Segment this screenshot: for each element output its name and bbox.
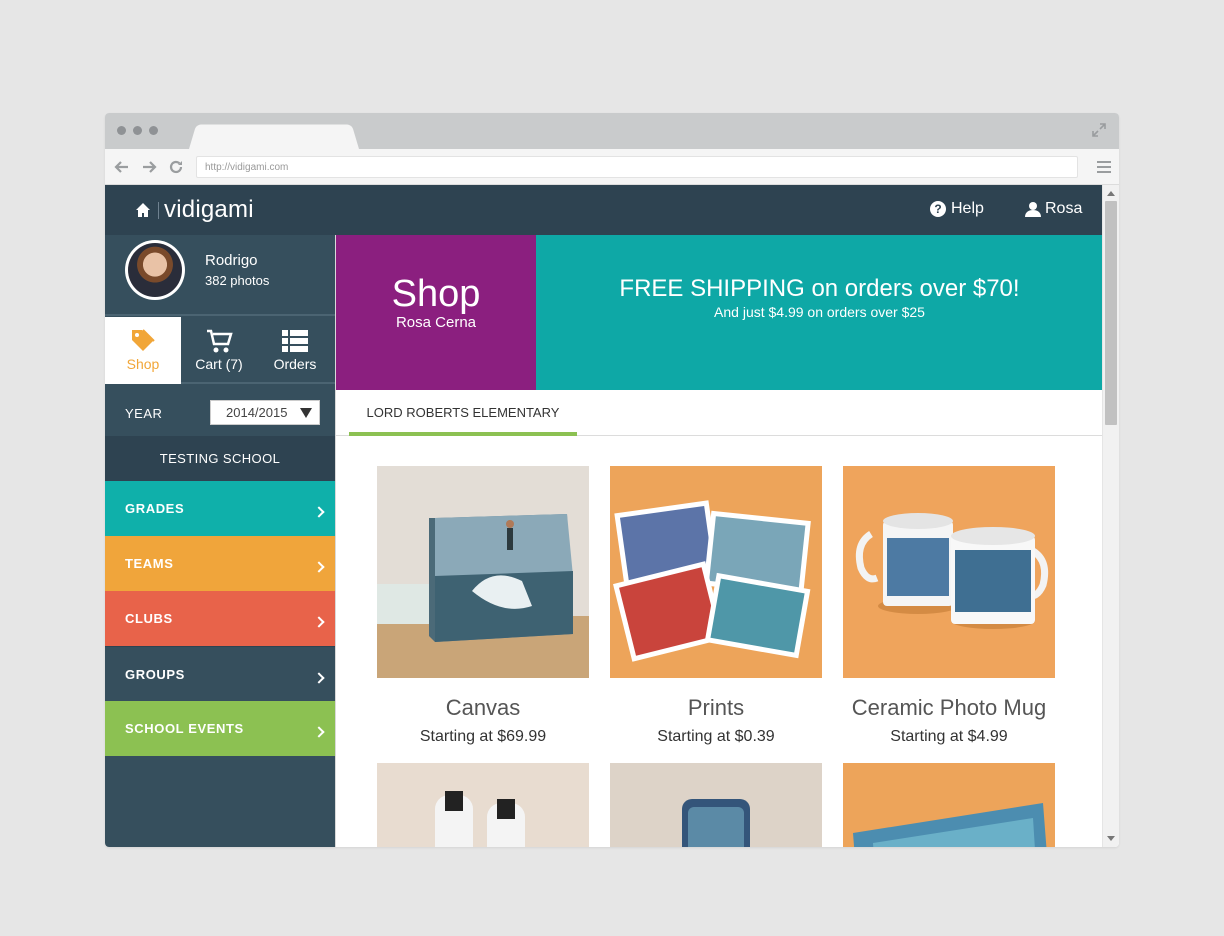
photo-count: 382 photos <box>205 273 270 288</box>
window-controls[interactable] <box>117 126 158 135</box>
product-card-prints[interactable]: Prints Starting at $0.39 <box>610 466 822 746</box>
vertical-scrollbar[interactable] <box>1102 185 1119 847</box>
tab-orders-label: Orders <box>273 356 317 372</box>
water-bottle-product-image <box>377 763 589 847</box>
main-content: Shop Rosa Cerna FREE SHIPPING on orders … <box>335 235 1102 847</box>
home-icon[interactable] <box>135 202 151 218</box>
category-grades[interactable]: GRADES <box>105 481 335 536</box>
address-bar[interactable]: http://vidigami.com <box>196 156 1078 178</box>
tab-shop-label: Shop <box>126 356 160 372</box>
profile-card[interactable]: Rodrigo 382 photos <box>105 235 335 316</box>
tab-shop[interactable]: Shop <box>105 317 181 384</box>
user-name: Rosa <box>1045 200 1083 217</box>
browser-toolbar: http://vidigami.com <box>105 149 1119 185</box>
product-price: Starting at $4.99 <box>890 728 1008 745</box>
product-card-mug[interactable]: Ceramic Photo Mug Starting at $4.99 <box>843 466 1055 746</box>
category-label: CLUBS <box>125 611 173 626</box>
back-arrow-icon[interactable] <box>113 158 131 176</box>
help-label: Help <box>951 200 984 217</box>
user-menu[interactable]: Rosa <box>1025 200 1082 218</box>
chevron-right-icon <box>313 672 325 684</box>
product-card-phone-case[interactable] <box>610 763 822 847</box>
sidebar: Rodrigo 382 photos Shop Cart (7) Orders … <box>105 235 335 847</box>
browser-tab[interactable] <box>189 124 359 149</box>
forward-arrow-icon[interactable] <box>140 158 158 176</box>
product-price: Starting at $69.99 <box>419 728 547 745</box>
browser-title-bar <box>105 113 1119 149</box>
refresh-icon[interactable] <box>167 158 185 176</box>
category-label: GRADES <box>125 501 185 516</box>
category-label: GROUPS <box>125 667 185 682</box>
product-card-mousepad[interactable] <box>843 763 1055 847</box>
user-icon <box>1025 202 1041 217</box>
category-school-events[interactable]: SCHOOL EVENTS <box>105 701 335 756</box>
school-tabs: LORD ROBERTS ELEMENTARY <box>336 390 1102 436</box>
menu-icon[interactable] <box>1097 160 1111 174</box>
product-title: Prints <box>687 695 745 720</box>
tab-orders[interactable]: Orders <box>257 317 333 384</box>
action-tabs: Shop Cart (7) Orders <box>105 317 335 384</box>
list-icon <box>282 330 308 352</box>
expand-icon[interactable] <box>1091 122 1107 138</box>
tab-cart[interactable]: Cart (7) <box>181 317 257 384</box>
year-value: 2014/2015 <box>226 405 288 420</box>
shop-banner: Shop Rosa Cerna <box>336 235 536 390</box>
mug-product-image <box>843 466 1055 678</box>
product-card-canvas[interactable]: Canvas Starting at $69.99 <box>377 466 589 746</box>
shop-owner: Rosa Cerna <box>395 314 477 331</box>
mousepad-product-image <box>843 763 1055 847</box>
chevron-right-icon <box>313 616 325 628</box>
scroll-down-arrow-icon[interactable] <box>1107 836 1115 841</box>
tab-school[interactable]: LORD ROBERTS ELEMENTARY <box>349 390 577 436</box>
category-groups[interactable]: GROUPS <box>105 646 335 701</box>
cart-icon <box>207 329 233 353</box>
browser-window: http://vidigami.com vidigami ? Help Rosa… <box>105 113 1119 847</box>
help-icon: ? <box>930 201 946 217</box>
phone-case-product-image <box>610 763 822 847</box>
logo-divider <box>158 202 159 219</box>
tag-icon <box>132 329 155 351</box>
category-label: SCHOOL EVENTS <box>125 721 244 736</box>
scroll-up-arrow-icon[interactable] <box>1107 191 1115 196</box>
chevron-right-icon <box>313 561 325 573</box>
canvas-product-image <box>377 466 589 678</box>
category-label: TEAMS <box>125 556 174 571</box>
category-clubs[interactable]: CLUBS <box>105 591 335 646</box>
chevron-right-icon <box>313 506 325 518</box>
promo-heading: FREE SHIPPING on orders over $70! <box>619 275 1020 302</box>
year-filter: YEAR 2014/2015 <box>105 386 335 436</box>
scrollbar-thumb[interactable] <box>1105 201 1117 425</box>
prints-product-image <box>610 466 822 678</box>
category-teams[interactable]: TEAMS <box>105 536 335 591</box>
tab-cart-label: Cart (7) <box>195 356 243 372</box>
dropdown-arrow-icon <box>300 408 312 418</box>
promo-subtext: And just $4.99 on orders over $25 <box>714 304 925 320</box>
product-title: Canvas <box>445 695 521 720</box>
page-viewport: vidigami ? Help Rosa Rodrigo 382 photos <box>105 185 1102 847</box>
year-label: YEAR <box>125 406 163 421</box>
help-link[interactable]: ? Help <box>930 200 984 218</box>
product-price: Starting at $0.39 <box>657 728 775 745</box>
shop-title: Shop <box>391 273 481 315</box>
vidigami-logo[interactable]: vidigami <box>164 196 254 224</box>
product-card-water-bottle[interactable] <box>377 763 589 847</box>
avatar <box>125 240 185 300</box>
school-name[interactable]: TESTING SCHOOL <box>105 436 335 481</box>
promo-banner: FREE SHIPPING on orders over $70! And ju… <box>536 235 1102 390</box>
chevron-right-icon <box>313 726 325 738</box>
top-navbar: vidigami ? Help Rosa <box>105 185 1102 235</box>
profile-name: Rodrigo <box>205 252 258 269</box>
year-select[interactable]: 2014/2015 <box>210 400 320 425</box>
product-title: Ceramic Photo Mug <box>851 695 1047 720</box>
